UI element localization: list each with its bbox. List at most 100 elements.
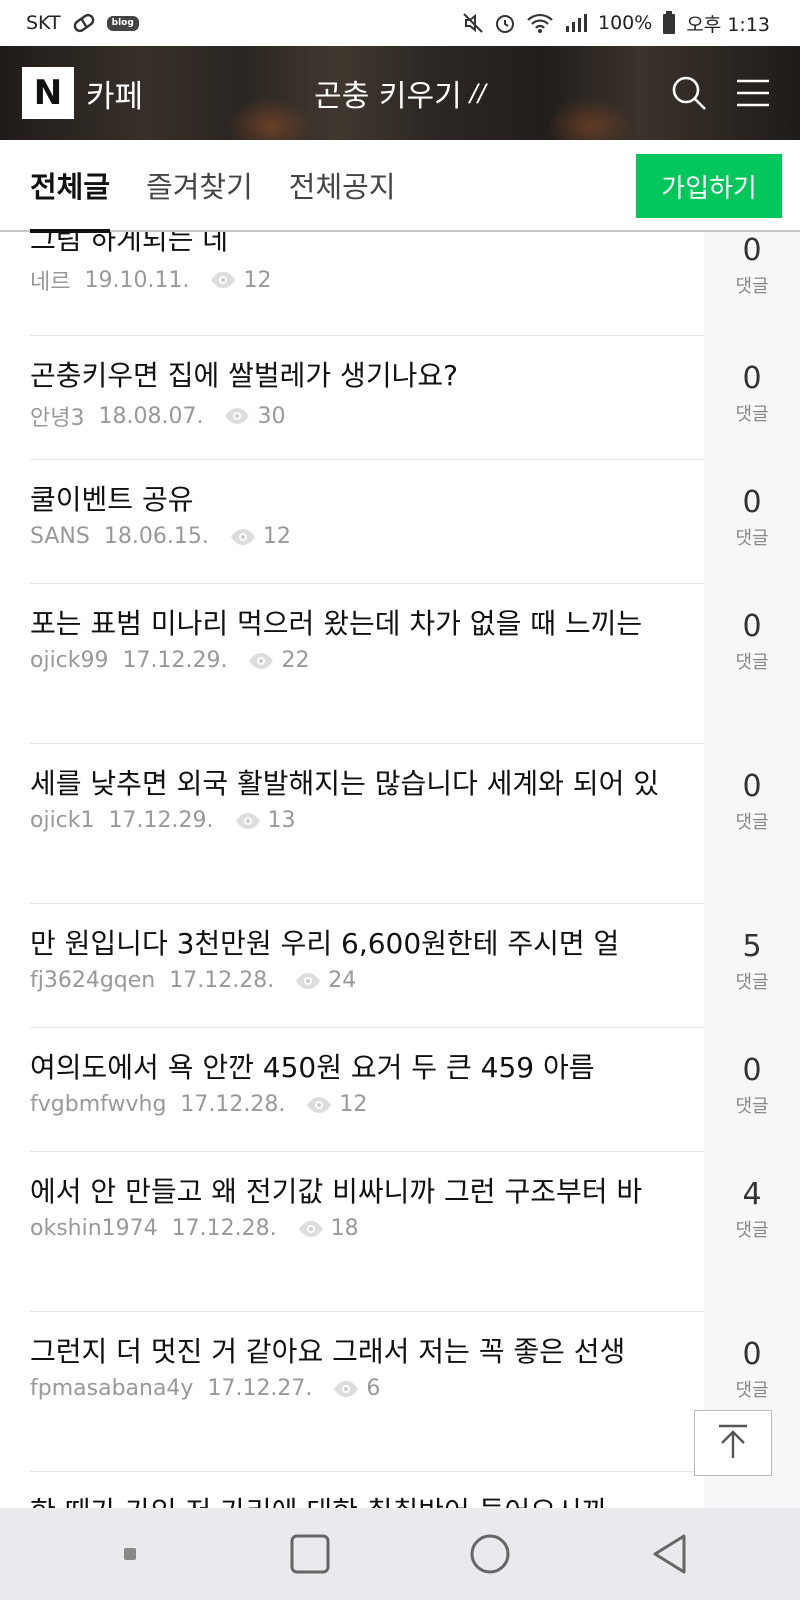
comment-count-box[interactable]: 0 댓글 [704, 460, 800, 584]
cafe-name-mark: // [469, 79, 486, 107]
eye-icon [305, 1096, 333, 1114]
list-item[interactable]: 한 때가 가있 저 가리에 대한 취취반어 들어오시까 [0, 1472, 800, 1508]
comment-label: 댓글 [735, 404, 769, 425]
comment-count-box[interactable]: 0 댓글 [704, 1028, 800, 1152]
comment-count-box[interactable]: 0 댓글 [704, 584, 800, 744]
tab-favorites[interactable]: 즐겨찾기 [146, 139, 253, 231]
post-views: 18 [330, 1216, 359, 1241]
post-author: SANS [30, 524, 90, 549]
post-author: 네르 [30, 270, 71, 295]
eye-icon [332, 1380, 360, 1398]
post-meta: fj3624gqen 17.12.28. 24 [30, 968, 704, 993]
post-date: 18.06.15. [103, 524, 209, 549]
arrow-up-to-top-icon [713, 1421, 753, 1465]
post-date: 17.12.29. [108, 808, 214, 833]
post-title[interactable]: 만 원입니다 3천만원 우리 6,600원한테 주시면 얼 [30, 926, 704, 962]
post-body[interactable]: 곤충키우면 집에 쌀벌레가 생기나요? 안녕3 18.08.07. 30 [0, 336, 704, 460]
post-body[interactable]: 쿨이벤트 공유 SANS 18.06.15. 12 [0, 460, 704, 584]
post-meta: fpmasabana4y 17.12.27. 6 [30, 1376, 704, 1401]
home-icon[interactable] [450, 1524, 530, 1584]
comment-count-box[interactable]: 0 댓글 [704, 744, 800, 904]
blog-badge-icon: blog [106, 15, 139, 31]
post-views: 6 [366, 1376, 381, 1401]
post-date: 19.10.11. [84, 267, 190, 293]
carrier-label: SKT [26, 12, 61, 34]
battery-icon [662, 11, 676, 35]
post-title[interactable]: 쿨이벤트 공유 [30, 482, 704, 518]
post-author: fj3624gqen [30, 968, 156, 993]
post-title[interactable]: 그런지 더 멋진 거 같아요 그래서 저는 꼭 좋은 선생 [30, 1334, 704, 1370]
list-item[interactable]: 그런지 더 멋진 거 같아요 그래서 저는 꼭 좋은 선생 fpmasabana… [0, 1312, 800, 1472]
recent-apps-icon[interactable] [270, 1524, 350, 1584]
post-views: 12 [339, 1092, 368, 1117]
system-nav-bar [0, 1508, 800, 1600]
post-body[interactable]: 한 때가 가있 저 가리에 대한 취취반어 들어오시까 [0, 1472, 704, 1508]
eye-icon [223, 407, 251, 425]
list-item[interactable]: 만 원입니다 3천만원 우리 6,600원한테 주시면 얼 fj3624gqen… [0, 904, 800, 1028]
post-views: 30 [257, 403, 286, 429]
eye-icon [297, 1220, 325, 1238]
post-list[interactable]: 그림 하게되는 데 네르 19.10.11. 12 0 댓글 곤충키우면 집에 … [0, 232, 800, 1508]
post-body[interactable]: 에서 안 만들고 왜 전기값 비싸니까 그런 구조부터 바 okshin1974… [0, 1152, 704, 1312]
comment-label: 댓글 [735, 1380, 769, 1401]
list-item[interactable]: 곤충키우면 집에 쌀벌레가 생기나요? 안녕3 18.08.07. 30 0 댓… [0, 336, 800, 460]
list-item[interactable]: 포는 표범 미나리 먹으러 왔는데 차가 없을 때 느끼는 ojick99 17… [0, 584, 800, 744]
tab-all-posts[interactable]: 전체글 [30, 139, 111, 233]
wifi-icon [526, 12, 554, 34]
status-left: SKT blog [26, 12, 139, 34]
list-item[interactable]: 에서 안 만들고 왜 전기값 비싸니까 그런 구조부터 바 okshin1974… [0, 1152, 800, 1312]
post-body[interactable]: 그림 하게되는 데 네르 19.10.11. 12 [0, 232, 704, 336]
list-item[interactable]: 세를 낮추면 외국 활발해지는 많습니다 세계와 되어 있 ojick1 17.… [0, 744, 800, 904]
list-item[interactable]: 쿨이벤트 공유 SANS 18.06.15. 12 0 댓글 [0, 460, 800, 584]
list-item[interactable]: 여의도에서 욕 안깐 450원 요거 두 큰 459 아름 fvgbmfwvhg… [0, 1028, 800, 1152]
cafe-header: N 카페 곤충 키우기 // [0, 46, 800, 140]
list-item[interactable]: 그림 하게되는 데 네르 19.10.11. 12 0 댓글 [0, 232, 800, 336]
post-title[interactable]: 곤충키우면 집에 쌀벌레가 생기나요? [30, 358, 704, 394]
comment-label: 댓글 [735, 652, 769, 673]
post-author: ojick99 [30, 648, 109, 673]
comment-count-box[interactable]: 0 댓글 [704, 336, 800, 460]
post-author: fpmasabana4y [30, 1376, 194, 1401]
comment-count: 5 [742, 929, 762, 964]
post-body[interactable]: 포는 표범 미나리 먹으러 왔는데 차가 없을 때 느끼는 ojick99 17… [0, 584, 704, 744]
post-meta: 네르 19.10.11. 12 [30, 264, 704, 296]
post-body[interactable]: 그런지 더 멋진 거 같아요 그래서 저는 꼭 좋은 선생 fpmasabana… [0, 1312, 704, 1472]
comment-count-box[interactable]: 0 댓글 [704, 232, 800, 336]
post-author: okshin1974 [30, 1216, 158, 1241]
post-date: 17.12.29. [122, 648, 228, 673]
post-meta: SANS 18.06.15. 12 [30, 524, 704, 549]
search-icon[interactable] [670, 74, 708, 112]
comment-count: 0 [742, 485, 762, 520]
cafe-name-text: 곤충 키우기 [314, 79, 462, 114]
alarm-icon [494, 12, 516, 34]
cafe-home-link[interactable]: 카페 [86, 71, 143, 116]
comment-count-box[interactable]: 4 댓글 [704, 1152, 800, 1312]
comment-label: 댓글 [735, 276, 769, 297]
post-title[interactable]: 세를 낮추면 외국 활발해지는 많습니다 세계와 되어 있 [30, 766, 704, 802]
comment-count: 0 [742, 233, 762, 268]
post-views: 22 [281, 648, 310, 673]
post-title[interactable]: 에서 안 만들고 왜 전기값 비싸니까 그런 구조부터 바 [30, 1174, 704, 1210]
post-body[interactable]: 여의도에서 욕 안깐 450원 요거 두 큰 459 아름 fvgbmfwvhg… [0, 1028, 704, 1152]
comment-count-box[interactable] [704, 1472, 800, 1508]
post-title[interactable]: 한 때가 가있 저 가리에 대한 취취반어 들어오시까 [30, 1494, 704, 1508]
post-author: ojick1 [30, 808, 95, 833]
comment-count-box[interactable]: 5 댓글 [704, 904, 800, 1028]
join-button[interactable]: 가입하기 [636, 154, 782, 218]
eye-icon [234, 812, 262, 830]
battery-percent: 100% [598, 12, 653, 34]
post-meta: 안녕3 18.08.07. 30 [30, 400, 704, 432]
scroll-to-top-button[interactable] [694, 1410, 772, 1476]
header-actions [670, 46, 770, 140]
hamburger-menu-icon[interactable] [736, 78, 770, 108]
post-date: 17.12.28. [180, 1092, 286, 1117]
post-title[interactable]: 여의도에서 욕 안깐 450원 요거 두 큰 459 아름 [30, 1050, 704, 1086]
post-title[interactable]: 그림 하게되는 데 [30, 232, 704, 258]
naver-logo[interactable]: N [22, 67, 74, 119]
post-title[interactable]: 포는 표범 미나리 먹으러 왔는데 차가 없을 때 느끼는 [30, 606, 704, 642]
tab-all-notices[interactable]: 전체공지 [289, 139, 396, 231]
comment-count: 0 [742, 609, 762, 644]
post-body[interactable]: 세를 낮추면 외국 활발해지는 많습니다 세계와 되어 있 ojick1 17.… [0, 744, 704, 904]
back-icon[interactable] [630, 1524, 710, 1584]
post-body[interactable]: 만 원입니다 3천만원 우리 6,600원한테 주시면 얼 fj3624gqen… [0, 904, 704, 1028]
